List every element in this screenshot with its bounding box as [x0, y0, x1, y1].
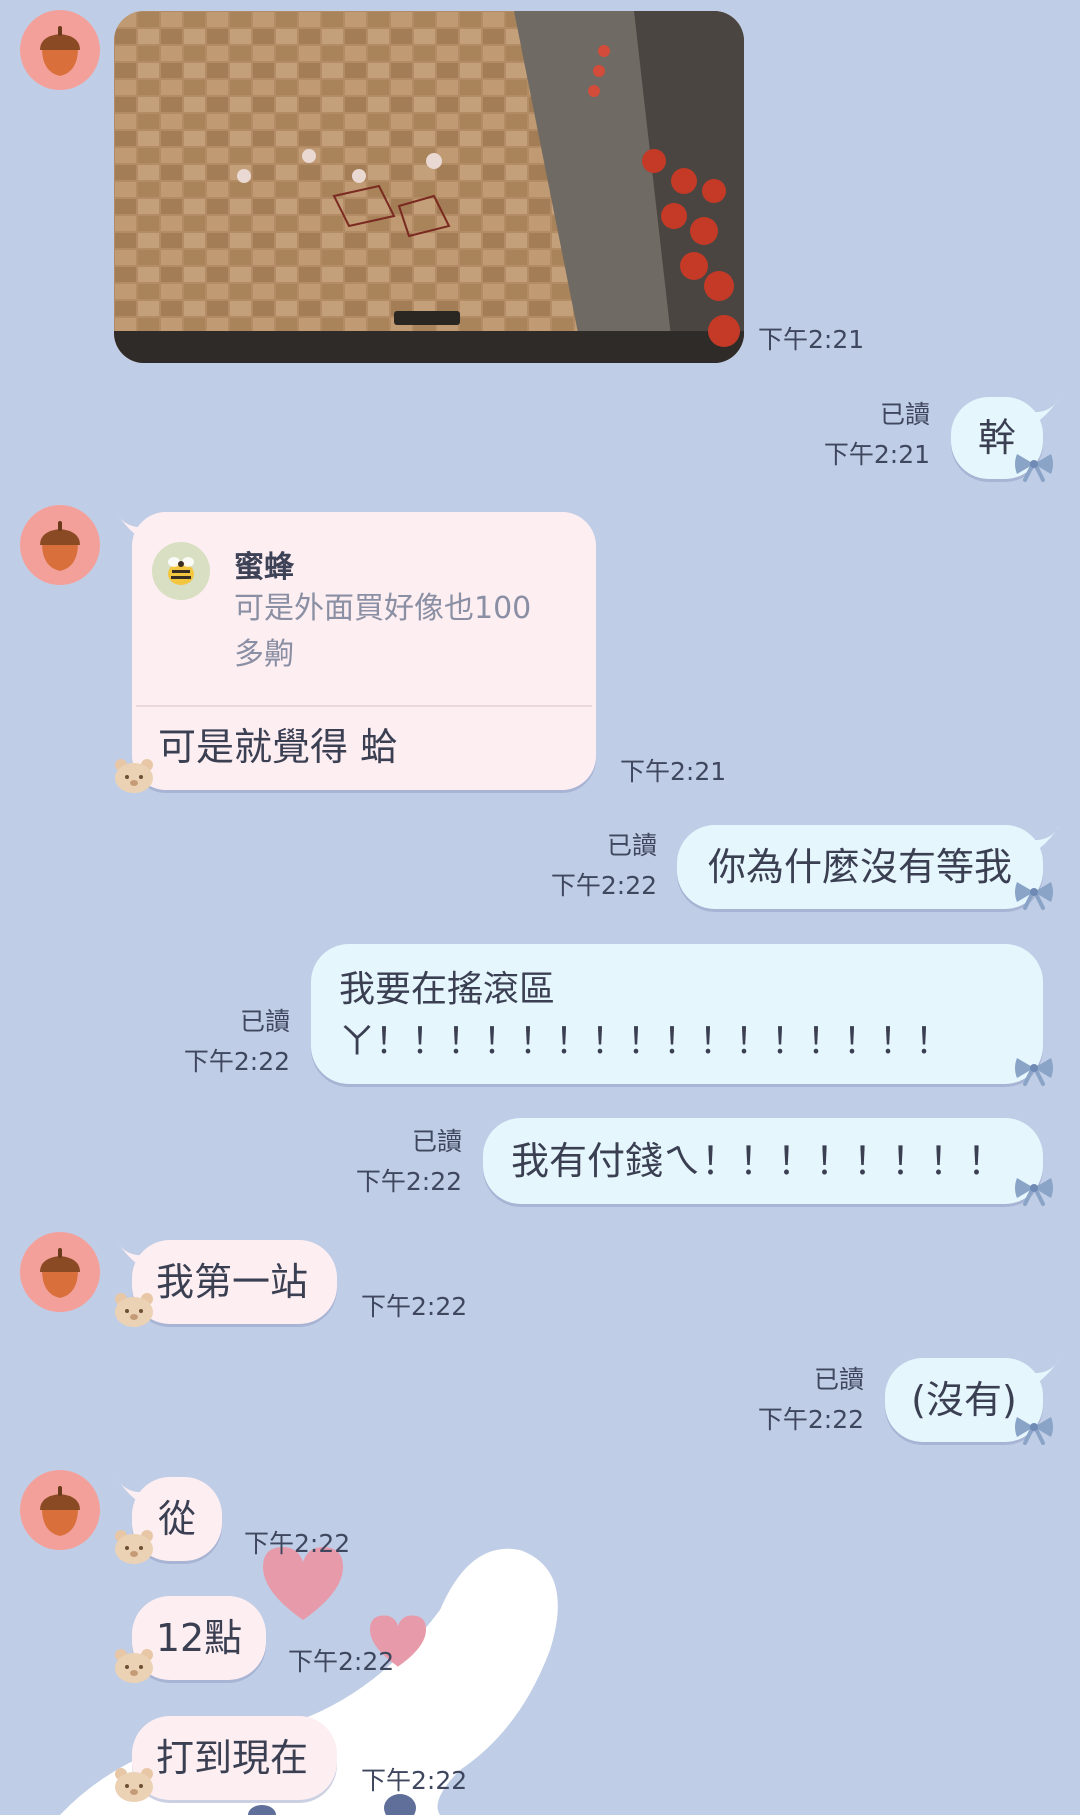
avatar[interactable] — [20, 505, 100, 585]
quote-divider — [136, 705, 592, 707]
bee-avatar — [152, 542, 210, 600]
bubble-tail — [1018, 395, 1062, 431]
acorn-icon — [20, 10, 100, 90]
bear-icon — [112, 1646, 156, 1684]
avatar[interactable] — [20, 1232, 100, 1312]
message-text: 我要在搖滾區 ㄚ！！！！！！！！！！！！！！！！ — [339, 969, 952, 1062]
message-time: 下午2:21 — [823, 440, 930, 469]
message-bubble-outgoing[interactable]: 你為什麼沒有等我 — [677, 825, 1043, 909]
message-bubble-outgoing[interactable]: 我要在搖滾區 ㄚ！！！！！！！！！！！！！！！！ — [311, 944, 1043, 1084]
bow-icon — [1013, 1172, 1055, 1206]
bow-icon — [1013, 876, 1055, 910]
message-time: 下午2:22 — [757, 1405, 864, 1434]
bear-icon — [112, 1765, 156, 1803]
message-time: 下午2:22 — [288, 1647, 395, 1676]
message-meta: 已讀 下午2:22 — [300, 1122, 462, 1202]
bow-icon — [1013, 1052, 1055, 1086]
message-time: 下午2:21 — [620, 757, 727, 786]
message-meta: 已讀 下午2:21 — [730, 395, 930, 475]
quoted-text: 可是外面買好像也100 多齁 — [234, 591, 532, 672]
message-text: 可是就覺得 蛤 — [158, 725, 399, 769]
read-status: 已讀 — [813, 1365, 864, 1394]
read-status: 已讀 — [606, 831, 657, 860]
read-status: 已讀 — [239, 1007, 290, 1036]
bow-icon — [1013, 1411, 1055, 1445]
message-time: 下午2:22 — [361, 1766, 468, 1795]
quoted-message[interactable]: 蜜蜂 可是外面買好像也100 多齁 — [152, 542, 582, 682]
bubble-tail — [1018, 823, 1062, 859]
acorn-icon — [20, 505, 100, 585]
message-text: 你為什麼沒有等我 — [707, 845, 1012, 889]
avatar[interactable] — [20, 1470, 100, 1550]
read-status: 已讀 — [411, 1127, 462, 1156]
message-time: 下午2:22 — [355, 1167, 462, 1196]
image-message[interactable] — [114, 11, 744, 363]
bear-icon — [112, 756, 156, 794]
bear-icon — [112, 1290, 156, 1328]
message-text: 打到現在 — [156, 1736, 309, 1780]
message-bubble-outgoing[interactable]: 我有付錢ㄟ！！！！！！！！ — [483, 1118, 1043, 1204]
reply-message-bubble[interactable]: 蜜蜂 可是外面買好像也100 多齁 可是就覺得 蛤 — [132, 512, 596, 790]
bee-icon — [168, 557, 194, 585]
message-bubble-incoming[interactable]: 打到現在 — [132, 1716, 337, 1800]
message-meta: 已讀 下午2:22 — [700, 1360, 864, 1440]
read-status: 已讀 — [879, 400, 930, 429]
game-screenshot-image — [114, 11, 744, 363]
avatar[interactable] — [20, 10, 100, 90]
message-bubble-incoming[interactable]: 我第一站 — [132, 1240, 337, 1324]
message-meta: 已讀 下午2:22 — [150, 1002, 290, 1082]
message-text: 我有付錢ㄟ！！！！！！！！ — [511, 1139, 1006, 1183]
message-time: 下午2:22 — [244, 1529, 351, 1558]
message-text: 我第一站 — [156, 1260, 309, 1304]
bow-icon — [1013, 448, 1055, 482]
acorn-icon — [20, 1232, 100, 1312]
bubble-tail — [1018, 1356, 1062, 1392]
message-time: 下午2:22 — [361, 1292, 468, 1321]
acorn-icon — [20, 1470, 100, 1550]
message-time: 下午2:22 — [550, 871, 657, 900]
quoted-sender: 蜜蜂 — [234, 550, 294, 585]
message-time: 下午2:22 — [183, 1047, 290, 1076]
message-meta: 已讀 下午2:22 — [450, 826, 657, 906]
message-time: 下午2:21 — [758, 325, 865, 354]
bear-icon — [112, 1527, 156, 1565]
